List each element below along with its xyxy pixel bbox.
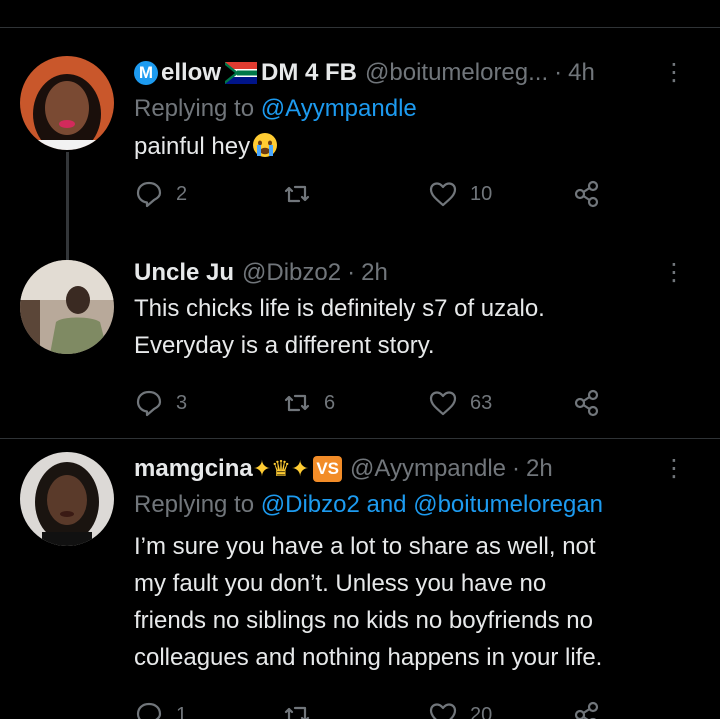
crying-face-icon: [252, 132, 278, 158]
tweet-body: mamgcina ✦ ♛ ✦ VS @Ayympandle · 2h ⋮ Rep…: [134, 452, 700, 719]
heart-icon: [429, 703, 457, 719]
replying-to: Replying to @Ayympandle: [134, 90, 700, 128]
avatar[interactable]: [20, 452, 114, 546]
reply-count: 3: [176, 391, 188, 414]
top-divider: [0, 27, 720, 28]
reply-mention[interactable]: @Ayympandle: [261, 95, 417, 122]
south-africa-flag-icon: [225, 62, 258, 84]
tweet-divider: [0, 438, 720, 439]
like-button[interactable]: 10: [428, 179, 492, 209]
like-button[interactable]: 20: [428, 700, 492, 719]
avatar[interactable]: [20, 260, 114, 354]
reply-icon: [136, 702, 162, 719]
tweet-text: I’m sure you have a lot to share as well…: [134, 528, 700, 676]
display-name[interactable]: mamgcina ✦ ♛ ✦ VS: [134, 455, 343, 483]
reply-icon: [136, 390, 162, 417]
display-name-suffix: DM 4 FB: [261, 59, 358, 86]
more-options-icon[interactable]: ⋮: [662, 452, 686, 486]
tweet-mamgcina[interactable]: mamgcina ✦ ♛ ✦ VS @Ayympandle · 2h ⋮ Rep…: [0, 452, 720, 719]
like-count: 10: [470, 182, 493, 205]
timestamp[interactable]: 4h: [568, 59, 595, 87]
tweet-actions: 1 20: [134, 700, 700, 719]
vs-badge-icon: VS: [313, 456, 343, 482]
crown-icon: ♛: [271, 456, 291, 481]
reply-button[interactable]: 3: [134, 388, 187, 418]
replying-to-label: Replying to: [134, 491, 255, 518]
tweet-text-line: colleagues and nothing happens in your l…: [134, 644, 603, 671]
replying-to-label: Replying to: [134, 95, 255, 122]
handle[interactable]: @Ayympandle: [350, 455, 506, 483]
timestamp[interactable]: 2h: [526, 455, 553, 483]
retweet-button[interactable]: [282, 179, 324, 209]
handle[interactable]: @boitumeloreg...: [365, 59, 548, 87]
tweet-text-line: my fault you don’t. Unless you have no: [134, 570, 547, 597]
more-options-icon[interactable]: ⋮: [662, 56, 686, 90]
replying-to: Replying to @Dibzo2 and @boitumeloregan: [134, 486, 700, 524]
tweet-text-line: friends no siblings no kids no boyfriend…: [134, 607, 593, 634]
tweet-header: mamgcina ✦ ♛ ✦ VS @Ayympandle · 2h: [134, 452, 700, 486]
tweet-body: M ellow DM 4 FB @boitumeloreg... · 4h ⋮ …: [134, 56, 700, 219]
tweet-text-line: This chicks life is definitely s7 of uza…: [134, 295, 545, 322]
retweet-icon: [284, 185, 310, 203]
separator-dot: ·: [554, 59, 563, 86]
retweet-icon: [284, 706, 310, 719]
tweet-actions: 2 10: [134, 179, 700, 219]
timeline: M ellow DM 4 FB @boitumeloreg... · 4h ⋮ …: [0, 0, 720, 719]
share-icon: [574, 389, 599, 417]
tweet-header: M ellow DM 4 FB @boitumeloreg... · 4h: [134, 56, 700, 90]
tweet-text-content: painful hey: [134, 133, 251, 160]
share-button[interactable]: [572, 179, 614, 209]
sparkles-icon: ✦: [290, 456, 310, 481]
tweet-text-line: I’m sure you have a lot to share as well…: [134, 533, 596, 560]
timestamp[interactable]: 2h: [361, 259, 388, 287]
retweet-button[interactable]: 6: [282, 388, 335, 418]
reply-button[interactable]: 2: [134, 179, 187, 209]
share-button[interactable]: [572, 700, 614, 719]
handle[interactable]: @Dibzo2: [242, 259, 341, 287]
display-name[interactable]: M ellow DM 4 FB: [134, 59, 357, 87]
avatar[interactable]: [20, 56, 114, 150]
reply-icon: [136, 181, 162, 208]
tweet-text-line: Everyday is a different story.: [134, 332, 435, 359]
thread-line: [66, 222, 69, 260]
share-icon: [574, 180, 599, 208]
tweet-text: painful hey: [134, 128, 700, 165]
m-badge-icon: M: [134, 61, 158, 85]
share-button[interactable]: [572, 388, 614, 418]
reply-button[interactable]: 1: [134, 700, 187, 719]
thread-line: [66, 152, 69, 222]
tweet-text: This chicks life is definitely s7 of uza…: [134, 290, 700, 364]
tweet-mellow[interactable]: M ellow DM 4 FB @boitumeloreg... · 4h ⋮ …: [0, 52, 720, 222]
retweet-icon: [284, 394, 310, 412]
reply-mention[interactable]: @Dibzo2 and @boitumeloregan: [261, 491, 603, 518]
reply-count: 2: [176, 182, 188, 205]
tweet-body: Uncle Ju @Dibzo2 · 2h ⋮ This chicks life…: [134, 256, 700, 428]
share-icon: [574, 701, 599, 719]
heart-icon: [429, 182, 457, 207]
display-name-text: ellow: [161, 59, 222, 86]
like-button[interactable]: 63: [428, 388, 492, 418]
tweet-header: Uncle Ju @Dibzo2 · 2h: [134, 256, 700, 290]
more-options-icon[interactable]: ⋮: [662, 256, 686, 290]
sparkles-icon: ✦: [252, 456, 272, 481]
separator-dot: ·: [347, 259, 356, 286]
display-name[interactable]: Uncle Ju: [134, 259, 234, 287]
reply-count: 1: [176, 703, 188, 719]
tweet-uncle-ju[interactable]: Uncle Ju @Dibzo2 · 2h ⋮ This chicks life…: [0, 222, 720, 428]
heart-icon: [429, 391, 457, 416]
separator-dot: ·: [512, 455, 521, 482]
retweet-count: 6: [324, 391, 336, 414]
like-count: 20: [470, 703, 493, 719]
tweet-actions: 3 6 63: [134, 388, 700, 428]
retweet-button[interactable]: [282, 700, 324, 719]
like-count: 63: [470, 391, 493, 414]
display-name-text: mamgcina: [134, 455, 253, 482]
